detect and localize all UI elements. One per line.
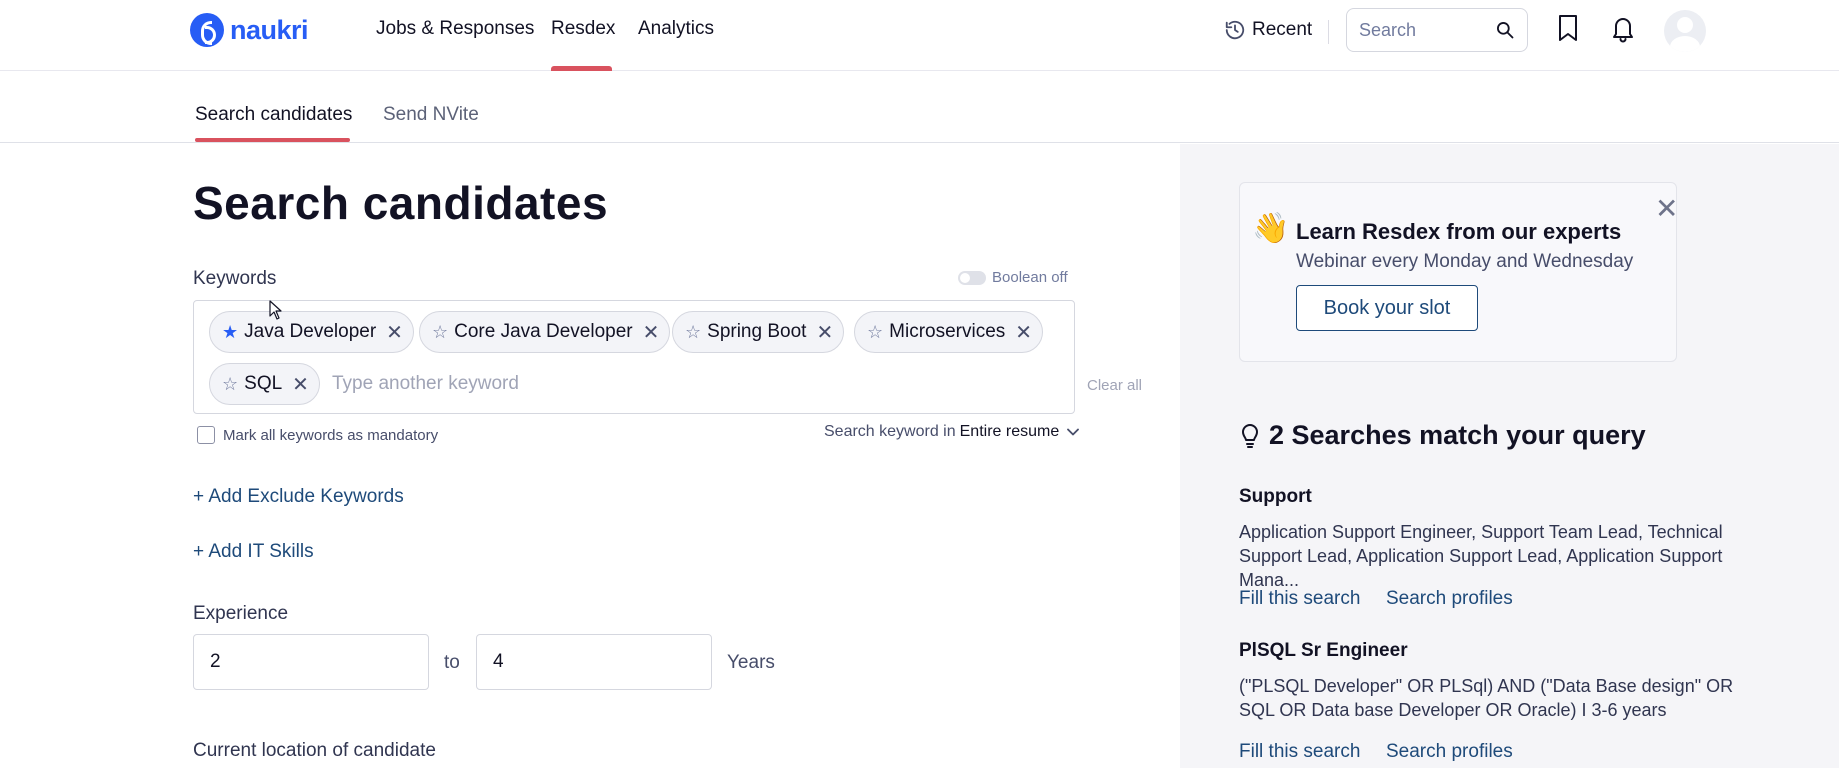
notification-bell-icon[interactable] [1610, 15, 1636, 43]
fill-search-link[interactable]: Fill this search [1239, 588, 1360, 610]
match-description: ("PLSQL Developer" OR PLSql) AND ("Data … [1239, 676, 1734, 720]
nav-divider [1328, 20, 1329, 44]
mandatory-label: Mark all keywords as mandatory [223, 426, 439, 444]
mandatory-checkbox[interactable] [197, 426, 215, 444]
naukri-logo-icon [190, 13, 224, 47]
add-exclude-keywords-link[interactable]: + Add Exclude Keywords [193, 486, 404, 508]
history-icon [1225, 20, 1245, 40]
keyword-chip-label: Spring Boot [707, 321, 807, 342]
remove-keyword-icon[interactable]: ✕ [386, 320, 403, 345]
subtab-active-indicator [195, 138, 350, 142]
top-nav: naukri Jobs & Responses Resdex Analytics… [0, 0, 1839, 71]
naukri-logo[interactable]: naukri [190, 12, 309, 48]
search-in-value: Entire resume [959, 423, 1060, 440]
min-experience-input[interactable] [193, 634, 429, 690]
search-icon[interactable] [1495, 20, 1515, 40]
toggle-switch [958, 270, 986, 285]
lightbulb-icon [1242, 423, 1258, 448]
remove-keyword-icon[interactable]: ✕ [816, 320, 833, 345]
right-panel: 👋 Learn Resdex from our experts Webinar … [1180, 144, 1839, 768]
global-search [1346, 8, 1528, 52]
experience-to-label: to [444, 652, 460, 673]
chevron-down-icon [1067, 428, 1080, 436]
mouse-cursor-icon [269, 300, 282, 320]
nav-resdex[interactable]: Resdex [551, 18, 615, 40]
star-filled-icon[interactable]: ★ [222, 322, 238, 343]
keyword-chip[interactable]: ☆ Spring Boot ✕ [672, 311, 845, 353]
match-description: Application Support Engineer, Support Te… [1239, 522, 1723, 590]
keyword-chip-label: Java Developer [244, 321, 377, 342]
keyword-chip-label: Microservices [889, 321, 1006, 342]
keyword-chip-label: Core Java Developer [454, 321, 633, 342]
promo-card: 👋 Learn Resdex from our experts Webinar … [1239, 182, 1678, 362]
nav-analytics[interactable]: Analytics [638, 18, 714, 40]
keyword-chip[interactable]: ☆ Core Java Developer ✕ [419, 311, 671, 353]
keyword-chip[interactable]: ☆ Microservices ✕ [854, 311, 1044, 353]
fill-search-link[interactable]: Fill this search [1239, 741, 1360, 763]
experience-label: Experience [193, 603, 289, 624]
nav-jobs-responses[interactable]: Jobs & Responses [376, 18, 534, 40]
max-experience-input[interactable] [476, 634, 712, 690]
close-icon[interactable]: ✕ [1655, 195, 1678, 223]
keyword-chip[interactable]: ☆ SQL ✕ [209, 363, 320, 405]
boolean-label: Boolean off [992, 269, 1068, 286]
star-outline-icon[interactable]: ☆ [432, 322, 448, 343]
promo-title: Learn Resdex from our experts [1296, 219, 1622, 244]
search-profiles-link[interactable]: Search profiles [1386, 741, 1513, 763]
mandatory-checkbox-row[interactable]: Mark all keywords as mandatory [197, 426, 438, 444]
star-outline-icon[interactable]: ☆ [222, 374, 238, 395]
promo-subtitle: Webinar every Monday and Wednesday [1296, 251, 1634, 272]
bookmark-icon[interactable] [1556, 14, 1580, 42]
clear-all-button[interactable]: Clear all [1087, 377, 1142, 394]
boolean-toggle[interactable]: Boolean off [958, 269, 1068, 286]
match-title: Support [1239, 486, 1312, 507]
keyword-chip[interactable]: ★ Java Developer ✕ [209, 311, 414, 353]
recent-label: Recent [1252, 19, 1313, 40]
experience-unit-label: Years [727, 652, 775, 673]
tab-search-candidates[interactable]: Search candidates [195, 104, 352, 126]
tab-send-nvite[interactable]: Send NVite [383, 104, 479, 126]
keyword-chip-label: SQL [244, 373, 283, 394]
recent-button[interactable]: Recent [1224, 19, 1312, 41]
sub-tabs: Search candidates Send NVite [0, 71, 1839, 143]
keywords-label: Keywords [193, 268, 277, 289]
remove-keyword-icon[interactable]: ✕ [643, 320, 660, 345]
waving-hand-icon: 👋 [1252, 212, 1290, 245]
add-it-skills-link[interactable]: + Add IT Skills [193, 541, 314, 563]
match-title: PlSQL Sr Engineer [1239, 640, 1408, 661]
star-outline-icon[interactable]: ☆ [685, 322, 701, 343]
star-outline-icon[interactable]: ☆ [867, 322, 883, 343]
brand-name: naukri [230, 14, 309, 45]
current-location-label: Current location of candidate [193, 740, 436, 761]
page-title: Search candidates [193, 177, 609, 229]
global-search-input[interactable] [1359, 19, 1489, 41]
book-slot-button[interactable]: Book your slot [1296, 285, 1478, 331]
keywords-input-box[interactable]: ★ Java Developer ✕ ☆ Core Java Developer… [193, 300, 1075, 414]
matching-searches-title: 2 Searches match your query [1269, 420, 1646, 450]
user-avatar[interactable] [1664, 10, 1706, 52]
search-in-label: Search keyword in [824, 423, 956, 440]
search-keyword-in-dropdown[interactable]: Search keyword in Entire resume [824, 423, 1080, 441]
search-profiles-link[interactable]: Search profiles [1386, 588, 1513, 610]
matching-searches-heading: 2 Searches match your query [1239, 420, 1646, 451]
remove-keyword-icon[interactable]: ✕ [292, 372, 309, 397]
remove-keyword-icon[interactable]: ✕ [1015, 320, 1032, 345]
keyword-input[interactable] [332, 373, 732, 395]
